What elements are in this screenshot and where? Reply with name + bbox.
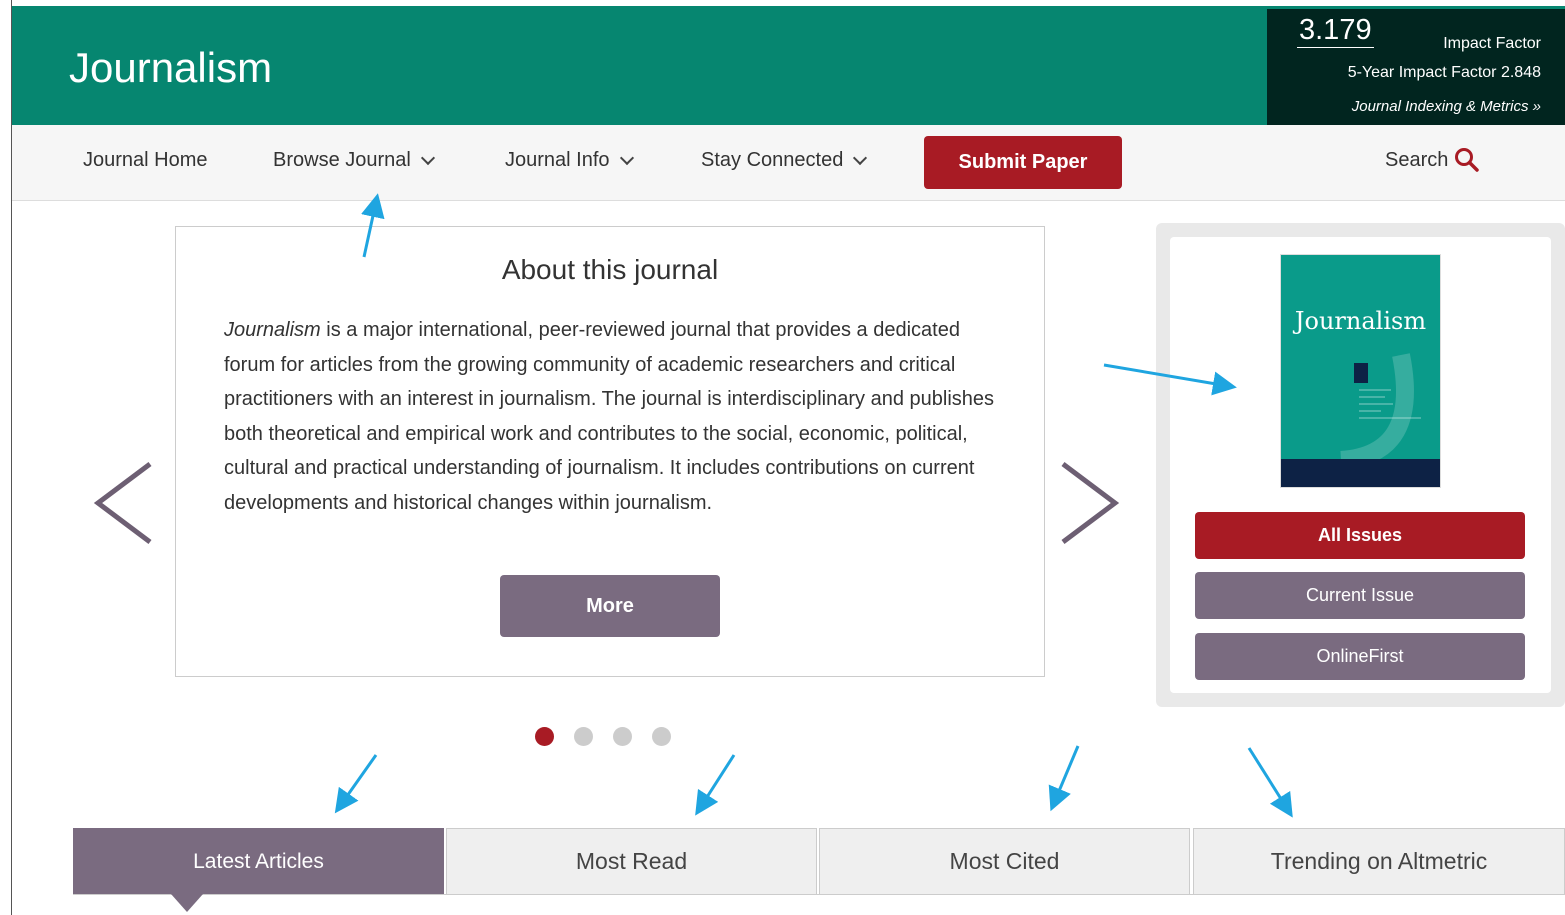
- tabs-divider: [73, 894, 1565, 895]
- chevron-down-icon: [853, 150, 868, 165]
- journal-header: Journalism 3.179 Impact Factor 5-Year Im…: [12, 6, 1565, 125]
- journal-title[interactable]: Journalism: [69, 44, 272, 92]
- nav-browse-journal-label: Browse Journal: [273, 149, 411, 171]
- annotation-arrow: [334, 754, 378, 814]
- journal-cover-image[interactable]: Journalism: [1280, 254, 1441, 488]
- metrics-panel: 3.179 Impact Factor 5-Year Impact Factor…: [1267, 9, 1565, 125]
- main-nav: Journal Home Browse Journal Journal Info…: [12, 125, 1565, 201]
- carousel-dots: [535, 727, 671, 746]
- carousel-dot[interactable]: [535, 727, 554, 746]
- journal-name-emphasis: Journalism: [224, 319, 321, 341]
- search-icon: [1455, 148, 1480, 172]
- active-tab-pointer: [171, 894, 203, 912]
- annotation-arrow: [695, 754, 736, 816]
- onlinefirst-button[interactable]: OnlineFirst: [1195, 633, 1525, 680]
- about-description: Journalism is a major international, pee…: [224, 313, 994, 521]
- issue-side-panel-inner: Journalism All Issues Current Issue Onli…: [1170, 237, 1551, 693]
- nav-journal-info[interactable]: Journal Info: [505, 149, 634, 172]
- annotation-arrow: [1247, 747, 1293, 818]
- five-year-impact-factor: 5-Year Impact Factor 2.848: [1347, 64, 1541, 81]
- nav-journal-home[interactable]: Journal Home: [83, 149, 208, 172]
- chevron-down-icon: [619, 150, 634, 165]
- cover-j-logo-icon: [1340, 353, 1421, 469]
- nav-stay-connected[interactable]: Stay Connected: [701, 149, 868, 172]
- chevron-down-icon: [420, 150, 435, 165]
- all-issues-button[interactable]: All Issues: [1195, 512, 1525, 559]
- carousel-prev-arrow[interactable]: [90, 458, 160, 548]
- cover-footer-band: [1281, 459, 1440, 487]
- carousel-dot[interactable]: [652, 727, 671, 746]
- issue-side-panel: Journalism All Issues Current Issue Onli…: [1156, 223, 1565, 707]
- carousel-dot[interactable]: [613, 727, 632, 746]
- metrics-link[interactable]: Journal Indexing & Metrics »: [1352, 98, 1541, 115]
- impact-factor-value: 3.179: [1297, 14, 1374, 48]
- nav-stay-connected-label: Stay Connected: [701, 149, 844, 171]
- nav-journal-home-label: Journal Home: [83, 149, 208, 171]
- impact-factor-label: Impact Factor: [1443, 35, 1541, 52]
- search-label: Search: [1385, 148, 1449, 171]
- carousel-next-arrow[interactable]: [1055, 458, 1125, 548]
- more-button[interactable]: More: [500, 575, 720, 637]
- annotation-arrow: [1048, 745, 1080, 812]
- nav-browse-journal[interactable]: Browse Journal: [273, 149, 435, 172]
- about-title: About this journal: [501, 254, 719, 285]
- about-journal-card: About this journal Journalism is a major…: [175, 226, 1045, 677]
- current-issue-button[interactable]: Current Issue: [1195, 572, 1525, 619]
- nav-journal-info-label: Journal Info: [505, 149, 610, 171]
- submit-paper-button[interactable]: Submit Paper: [924, 136, 1122, 189]
- about-body: is a major international, peer-reviewed …: [224, 319, 995, 514]
- carousel-dot[interactable]: [574, 727, 593, 746]
- search-button[interactable]: Search: [1385, 147, 1480, 173]
- tab-most-cited[interactable]: Most Cited: [819, 828, 1190, 894]
- article-tabs: Latest Articles Most Read Most Cited Tre…: [73, 828, 1565, 894]
- tab-trending-altmetric[interactable]: Trending on Altmetric: [1193, 828, 1565, 894]
- tab-latest-articles[interactable]: Latest Articles: [73, 828, 444, 894]
- tab-most-read[interactable]: Most Read: [446, 828, 817, 894]
